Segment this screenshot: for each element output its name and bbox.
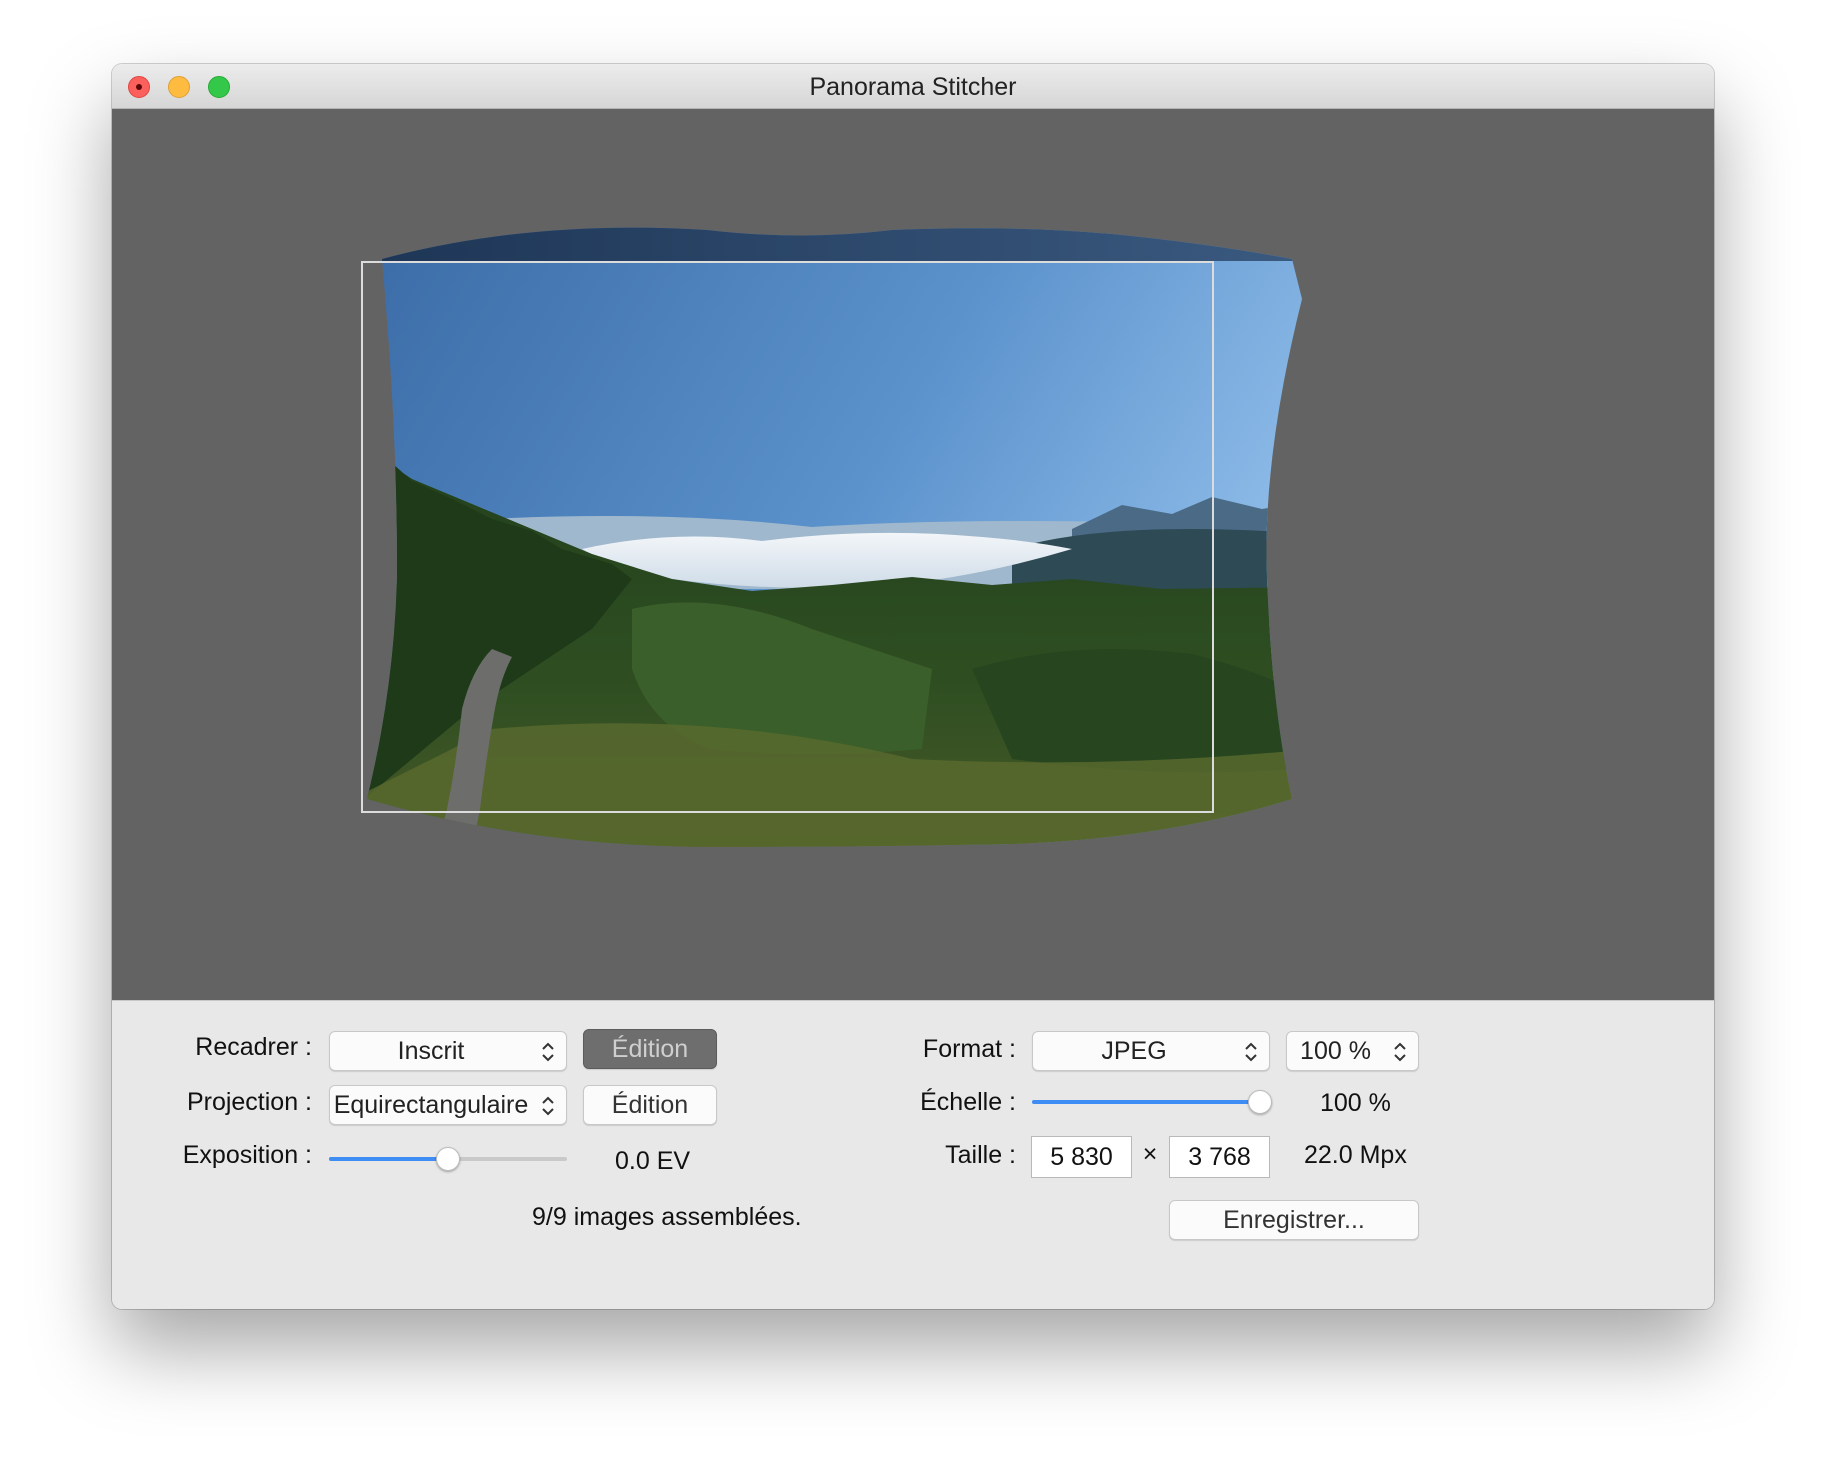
stitched-image [367,227,1302,848]
format-popup[interactable]: JPEG [1032,1031,1270,1071]
size-label: Taille : [945,1141,1016,1169]
exposure-slider-knob[interactable] [436,1147,460,1171]
width-field[interactable]: 5 830 [1031,1136,1132,1178]
projection-label: Projection : [186,1088,312,1116]
chevron-up-down-icon [1394,1042,1406,1062]
crop-popup-value: Inscrit [397,1037,465,1065]
settings-panel: Recadrer : Inscrit Édition Projection : … [112,1000,1714,1309]
scale-label: Échelle : [920,1088,1016,1116]
crop-popup[interactable]: Inscrit [329,1031,567,1071]
app-window: Panorama Stitcher Recadrer: Inscrit Édi… [112,64,1714,1309]
chevron-up-down-icon [542,1042,554,1062]
scale-value: 100 % [1320,1089,1391,1117]
projection-popup[interactable]: Equirectangulaire [329,1085,567,1125]
exposure-label: Exposition : [182,1141,312,1169]
quality-popup-value: 100 % [1300,1037,1371,1065]
exposure-value: 0.0 EV [615,1147,691,1175]
chevron-up-down-icon [542,1096,554,1116]
quality-popup[interactable]: 100 % [1286,1031,1419,1071]
projection-edit-button[interactable]: Édition [583,1085,717,1125]
preview-canvas[interactable] [112,109,1714,1000]
exposure-slider[interactable] [329,1144,567,1174]
times-sign: × [1142,1140,1158,1168]
format-popup-value: JPEG [1101,1037,1167,1065]
format-label: Format : [922,1035,1016,1063]
window-title: Panorama Stitcher [809,73,1017,101]
scale-slider[interactable] [1032,1087,1272,1117]
save-button[interactable]: Enregistrer... [1169,1200,1419,1240]
height-field[interactable]: 3 768 [1169,1136,1270,1178]
chevron-up-down-icon [1245,1042,1257,1062]
panorama-preview[interactable] [112,109,1714,1000]
projection-popup-value: Equirectangulaire [333,1091,529,1119]
status-text: 9/9 images assemblées. [532,1203,802,1231]
exposure-slider-fill [329,1157,448,1161]
scale-slider-fill [1032,1100,1260,1104]
megapixels-value: 22.0 Mpx [1304,1141,1407,1169]
title-bar[interactable]: Panorama Stitcher [112,64,1714,109]
crop-edit-button[interactable]: Édition [583,1029,717,1069]
scale-slider-knob[interactable] [1248,1090,1272,1114]
crop-label: Recadrer : [195,1033,312,1061]
